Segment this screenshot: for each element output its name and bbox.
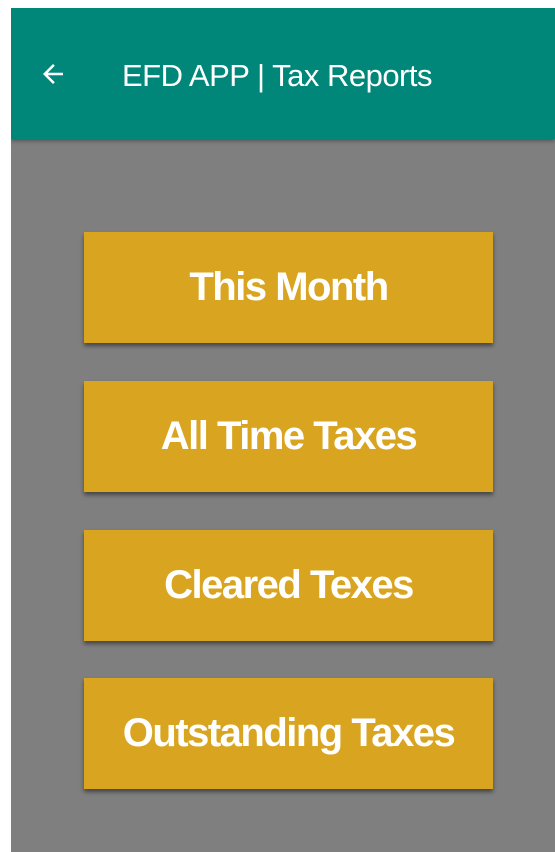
- outstanding-taxes-button[interactable]: Outstanding Taxes: [84, 678, 493, 789]
- back-button[interactable]: [31, 52, 75, 96]
- all-time-taxes-button[interactable]: All Time Taxes: [84, 381, 493, 492]
- app-bar: EFD APP | Tax Reports: [11, 8, 555, 139]
- app-screen: EFD APP | Tax Reports This Month All Tim…: [11, 8, 555, 852]
- arrow-left-icon: [43, 64, 63, 84]
- this-month-button[interactable]: This Month: [84, 232, 493, 343]
- page-title: EFD APP | Tax Reports: [122, 58, 433, 93]
- cleared-taxes-button[interactable]: Cleared Texes: [84, 530, 493, 641]
